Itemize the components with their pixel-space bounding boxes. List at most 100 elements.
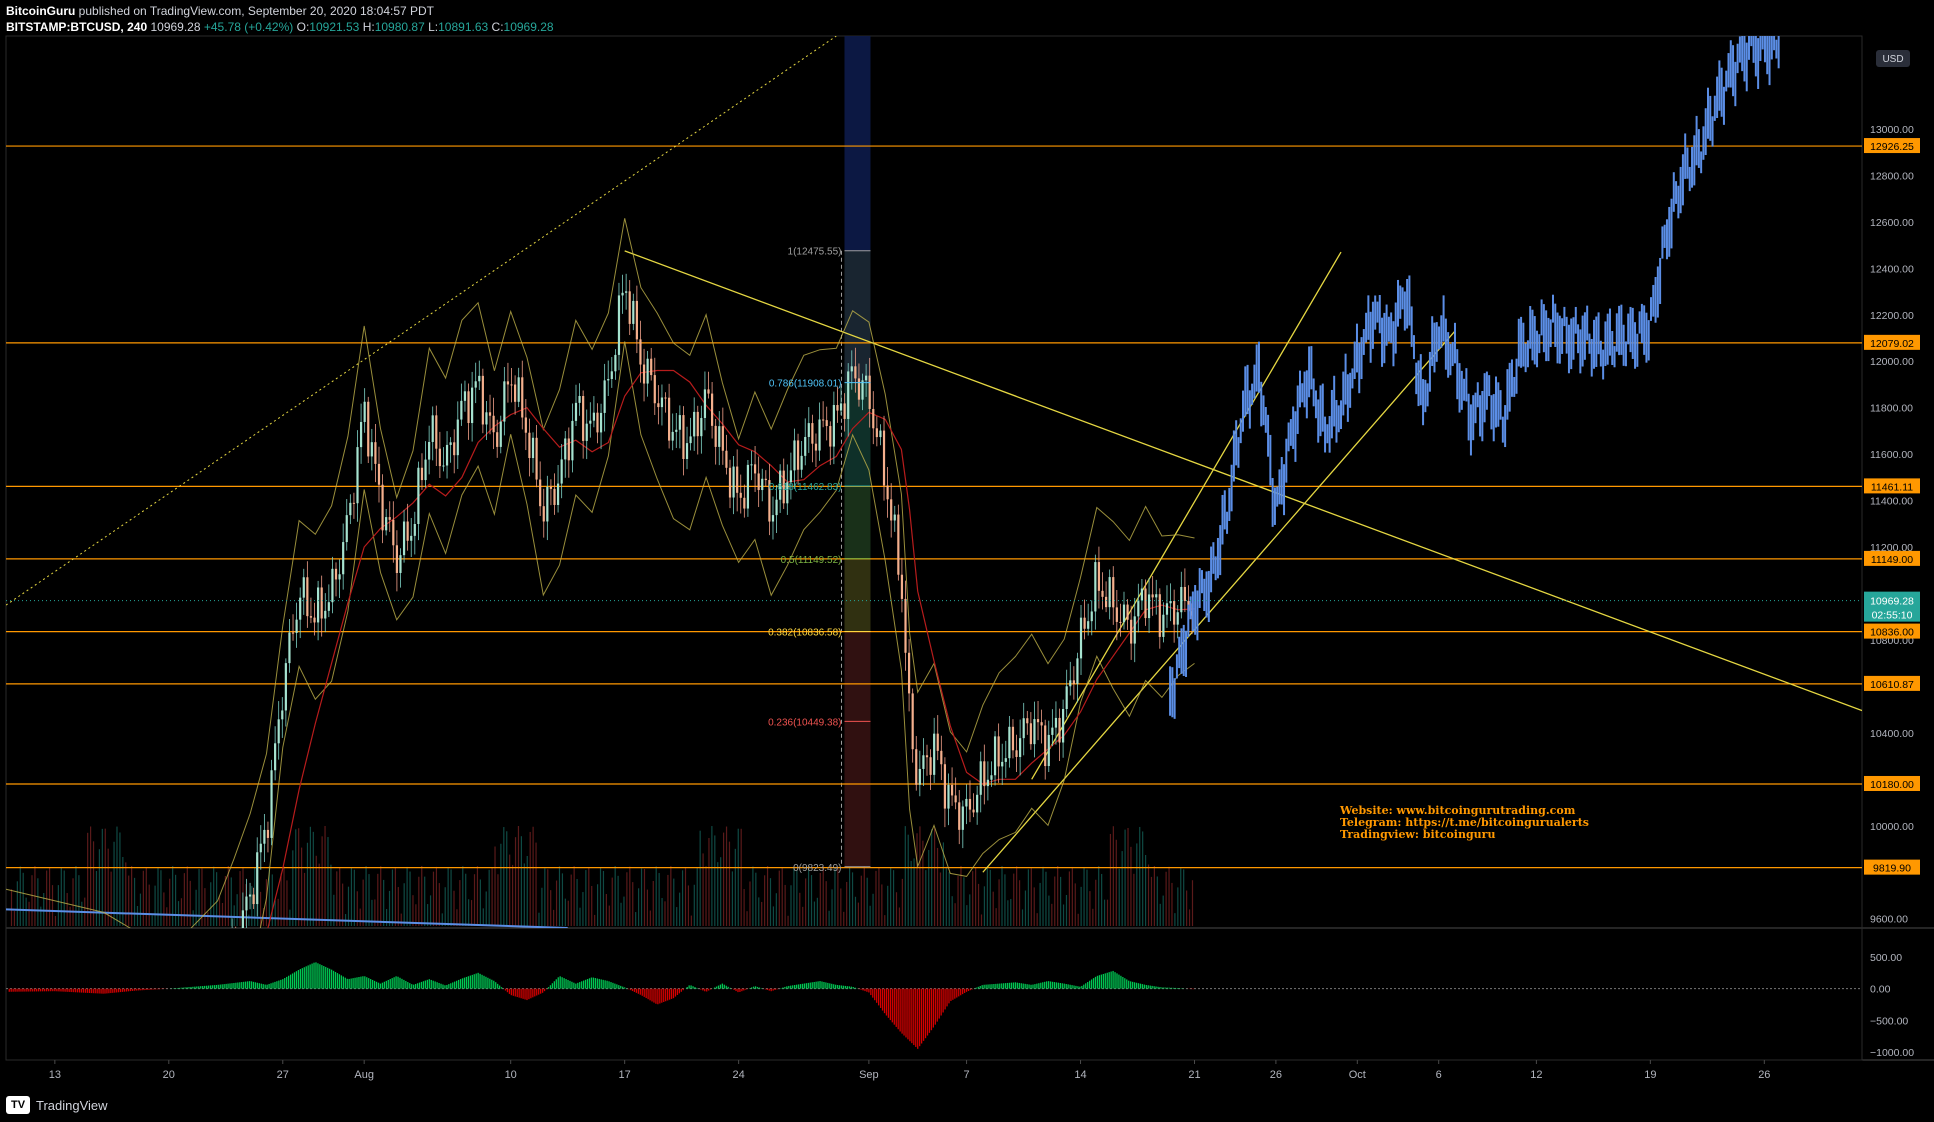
fib-zone [844,631,871,722]
candle-body [270,770,273,838]
volume-bar [63,870,65,926]
volume-bar [693,884,695,926]
footer-bar [0,1088,1934,1122]
volume-bar [857,902,860,926]
volume-bar [558,866,561,926]
candle-body [993,736,997,776]
volume-bar [160,870,162,926]
volume-bar [878,867,880,926]
candle-body [854,366,857,379]
candle-body [954,795,957,803]
candle-body [149,1000,151,1009]
volume-bar [948,872,950,926]
volume-bar [110,871,112,926]
volume-bar [485,891,487,926]
candle-body [811,423,814,444]
volume-bar [31,875,33,926]
fib-zone [844,485,871,559]
volume-bar [476,866,479,926]
volume-bar [526,855,528,926]
candle-body [284,663,287,711]
price-tick-label: 11600.00 [1870,449,1913,461]
volume-bar [383,879,385,926]
price-tick-label: 12800.00 [1870,170,1914,182]
candle-body [1151,594,1154,598]
volume-bar [447,868,449,926]
price-chart[interactable]: 9600.0010000.0010400.0010800.0011200.001… [0,0,1934,1088]
candle-body [381,484,384,531]
candle-body [288,632,291,664]
volume-bar [1162,895,1164,926]
candle-body [1108,577,1111,608]
volume-bar [1153,866,1155,926]
level-price-tag-label: 9819.90 [1873,863,1911,875]
volume-bar [1183,869,1185,926]
volume-bar [75,866,77,926]
candle-body [131,991,133,998]
candle-body [839,403,843,411]
candle-body [206,972,208,1009]
candle-body [1040,722,1043,726]
volume-bar [667,874,669,926]
candle-body [1133,616,1136,644]
candle-body [467,391,470,424]
volume-bar [22,872,24,926]
volume-bar [945,866,947,926]
volume-bar [810,875,813,926]
volume-bar [649,910,651,926]
time-tick-label: 24 [733,1069,745,1081]
candle-body [377,463,381,485]
volume-bar [40,906,42,926]
level-price-tag-label: 10610.87 [1870,679,1914,691]
volume-bar [473,874,476,926]
volume-bar [596,884,599,926]
volume-bar [292,850,294,926]
volume-bar [324,826,326,926]
trendline[interactable] [6,36,837,606]
volume-bar [409,871,411,926]
candle-body [177,1000,179,1011]
fib-level-label: 0.786(11908.01) [769,379,842,390]
volume-bar [180,898,183,926]
candle-body [789,470,792,483]
tradingview-logo-text: TradingView [36,1097,108,1113]
volume-bar [28,901,30,926]
candle-body [238,946,240,947]
volume-bar [195,889,197,926]
tradingview-logo[interactable]: TV TradingView [6,1096,108,1114]
volume-bar [737,828,739,926]
candle-body [27,970,29,989]
volume-bar [192,910,194,926]
candle-body [746,464,750,509]
fib-level-label: 0(9823.49) [793,863,841,874]
volume-bar [377,873,379,926]
candle-body [1137,600,1140,617]
candle-body [81,1003,83,1006]
volume-bar [1188,909,1191,926]
volume-bar [306,842,309,926]
promo-tradingview[interactable]: Tradingview: bitcoinguru [1340,829,1589,841]
candle-body [1169,600,1172,604]
volume-bar [1030,868,1032,926]
trendline[interactable] [982,330,1456,873]
volume-bar [13,910,16,926]
candle-body [1180,586,1183,613]
candle-body [210,997,212,1009]
candle-body [897,514,900,575]
candle-body [1162,614,1165,637]
volume-bar [104,828,106,926]
volume-bar [1001,866,1003,926]
candle-body [922,755,925,769]
candle-body [424,459,427,481]
candle-body [331,568,334,603]
candle-body [20,963,22,997]
candle-body [259,843,262,853]
volume-bar [1142,831,1144,926]
volume-bar [1042,866,1044,926]
volume-bar [151,915,153,926]
volume-bar [444,887,446,926]
candle-body [961,806,964,830]
candle-body [266,829,270,838]
volume-bar [491,867,493,926]
candle-body [410,535,413,541]
